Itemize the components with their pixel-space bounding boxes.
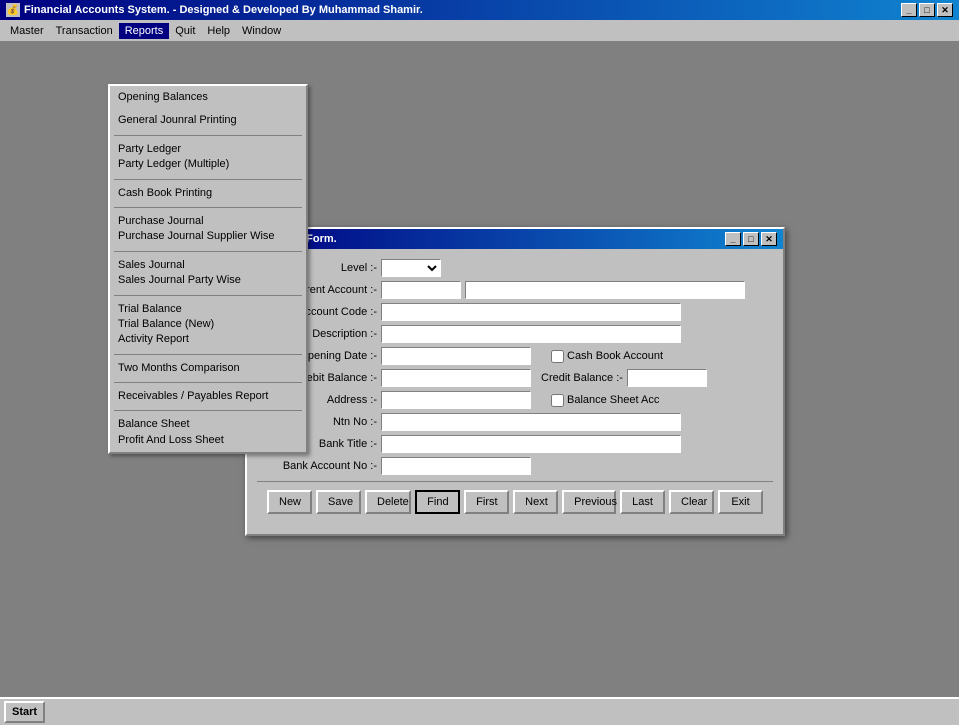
title-bar: 💰 Financial Accounts System. - Designed …	[0, 0, 959, 20]
balance-sheet-checkbox[interactable]	[551, 394, 564, 407]
menu-two-months[interactable]: Two Months Comparison	[110, 357, 306, 380]
title-bar-buttons: _ □ ✕	[901, 3, 953, 17]
app-icon: 💰	[6, 3, 20, 17]
menu-purchase-journal-supplier[interactable]: Purchase Journal Supplier Wise	[110, 229, 306, 248]
menu-cash-book[interactable]: Cash Book Printing	[110, 182, 306, 205]
menu-balance-sheet[interactable]: Balance Sheet	[110, 413, 306, 432]
form-close-button[interactable]: ✕	[761, 232, 777, 246]
minimize-button[interactable]: _	[901, 3, 917, 17]
menu-sales-journal-party[interactable]: Sales Journal Party Wise	[110, 273, 306, 292]
bank-account-row: Bank Account No :-	[257, 457, 773, 475]
parent-account-input1[interactable]	[381, 281, 461, 299]
separator-5	[114, 295, 302, 296]
menu-party-ledger-multiple[interactable]: Party Ledger (Multiple)	[110, 157, 306, 176]
opening-date-row: Opening Date :- Cash Book Account	[257, 347, 773, 365]
previous-button[interactable]: Previous	[562, 490, 616, 514]
bank-account-input[interactable]	[381, 457, 531, 475]
address-input[interactable]	[381, 391, 531, 409]
find-button[interactable]: Find	[415, 490, 460, 514]
cash-book-label: Cash Book Account	[567, 350, 663, 362]
maximize-button[interactable]: □	[919, 3, 935, 17]
cash-book-checkbox-row: Cash Book Account	[551, 350, 663, 363]
menu-general-journal[interactable]: General Jounral Printing	[110, 109, 306, 132]
form-title-bar: Accounts Form. _ □ ✕	[247, 229, 783, 249]
menu-profit-loss[interactable]: Profit And Loss Sheet	[110, 433, 306, 452]
menu-sales-journal[interactable]: Sales Journal	[110, 254, 306, 273]
separator-4	[114, 251, 302, 252]
menu-trial-balance[interactable]: Trial Balance	[110, 298, 306, 317]
start-button[interactable]: Start	[4, 701, 45, 723]
accounts-form-window: Accounts Form. _ □ ✕ Level :- Parent Acc…	[245, 227, 785, 536]
next-button[interactable]: Next	[513, 490, 558, 514]
bank-account-label: Bank Account No :-	[257, 460, 377, 472]
parent-account-row: Parent Account :-	[257, 281, 773, 299]
last-button[interactable]: Last	[620, 490, 665, 514]
menu-transaction[interactable]: Transaction	[50, 23, 119, 39]
clear-button[interactable]: Clear	[669, 490, 714, 514]
address-row: Address :- Balance Sheet Acc	[257, 391, 773, 409]
delete-button[interactable]: Delete	[365, 490, 411, 514]
level-row: Level :-	[257, 259, 773, 277]
menu-master[interactable]: Master	[4, 23, 50, 39]
menu-trial-balance-new[interactable]: Trial Balance (New)	[110, 317, 306, 332]
menu-party-ledger[interactable]: Party Ledger	[110, 138, 306, 157]
menu-purchase-journal[interactable]: Purchase Journal	[110, 210, 306, 229]
account-code-row: Account Code :-	[257, 303, 773, 321]
taskbar: Start	[0, 697, 959, 725]
separator-2	[114, 179, 302, 180]
reports-dropdown: Opening Balances General Jounral Printin…	[108, 84, 308, 454]
credit-balance-label: Credit Balance :-	[541, 372, 623, 384]
save-button[interactable]: Save	[316, 490, 361, 514]
menu-help[interactable]: Help	[201, 23, 236, 39]
menu-quit[interactable]: Quit	[169, 23, 201, 39]
form-minimize-button[interactable]: _	[725, 232, 741, 246]
form-body: Level :- Parent Account :- Account Code …	[247, 249, 783, 534]
menu-opening-balances[interactable]: Opening Balances	[110, 86, 306, 109]
level-select[interactable]	[381, 259, 441, 277]
balance-sheet-checkbox-row: Balance Sheet Acc	[551, 394, 659, 407]
description-input[interactable]	[381, 325, 681, 343]
close-button[interactable]: ✕	[937, 3, 953, 17]
separator-3	[114, 207, 302, 208]
bank-title-row: Bank Title :-	[257, 435, 773, 453]
app-title: Financial Accounts System. - Designed & …	[24, 4, 423, 16]
balance-sheet-label: Balance Sheet Acc	[567, 394, 659, 406]
separator-6	[114, 354, 302, 355]
separator-1	[114, 135, 302, 136]
menu-reports[interactable]: Reports	[119, 23, 170, 39]
menu-bar: Master Transaction Reports Quit Help Win…	[0, 20, 959, 42]
bank-title-input[interactable]	[381, 435, 681, 453]
button-bar: New Save Delete Find First Next Previous…	[257, 481, 773, 524]
balance-row: Debit Balance :- Credit Balance :-	[257, 369, 773, 387]
form-maximize-button[interactable]: □	[743, 232, 759, 246]
ntn-input[interactable]	[381, 413, 681, 431]
start-label: Start	[12, 706, 37, 718]
menu-receivables[interactable]: Receivables / Payables Report	[110, 385, 306, 408]
debit-balance-input[interactable]	[381, 369, 531, 387]
ntn-row: Ntn No :-	[257, 413, 773, 431]
new-button[interactable]: New	[267, 490, 312, 514]
main-area: Opening Balances General Jounral Printin…	[0, 42, 959, 725]
description-row: Description :-	[257, 325, 773, 343]
parent-account-input2[interactable]	[465, 281, 745, 299]
separator-7	[114, 382, 302, 383]
cash-book-checkbox[interactable]	[551, 350, 564, 363]
first-button[interactable]: First	[464, 490, 509, 514]
opening-date-input[interactable]	[381, 347, 531, 365]
menu-window[interactable]: Window	[236, 23, 287, 39]
separator-8	[114, 410, 302, 411]
credit-balance-input[interactable]	[627, 369, 707, 387]
account-code-input[interactable]	[381, 303, 681, 321]
form-title-buttons: _ □ ✕	[725, 232, 777, 246]
exit-button[interactable]: Exit	[718, 490, 763, 514]
menu-activity-report[interactable]: Activity Report	[110, 332, 306, 351]
